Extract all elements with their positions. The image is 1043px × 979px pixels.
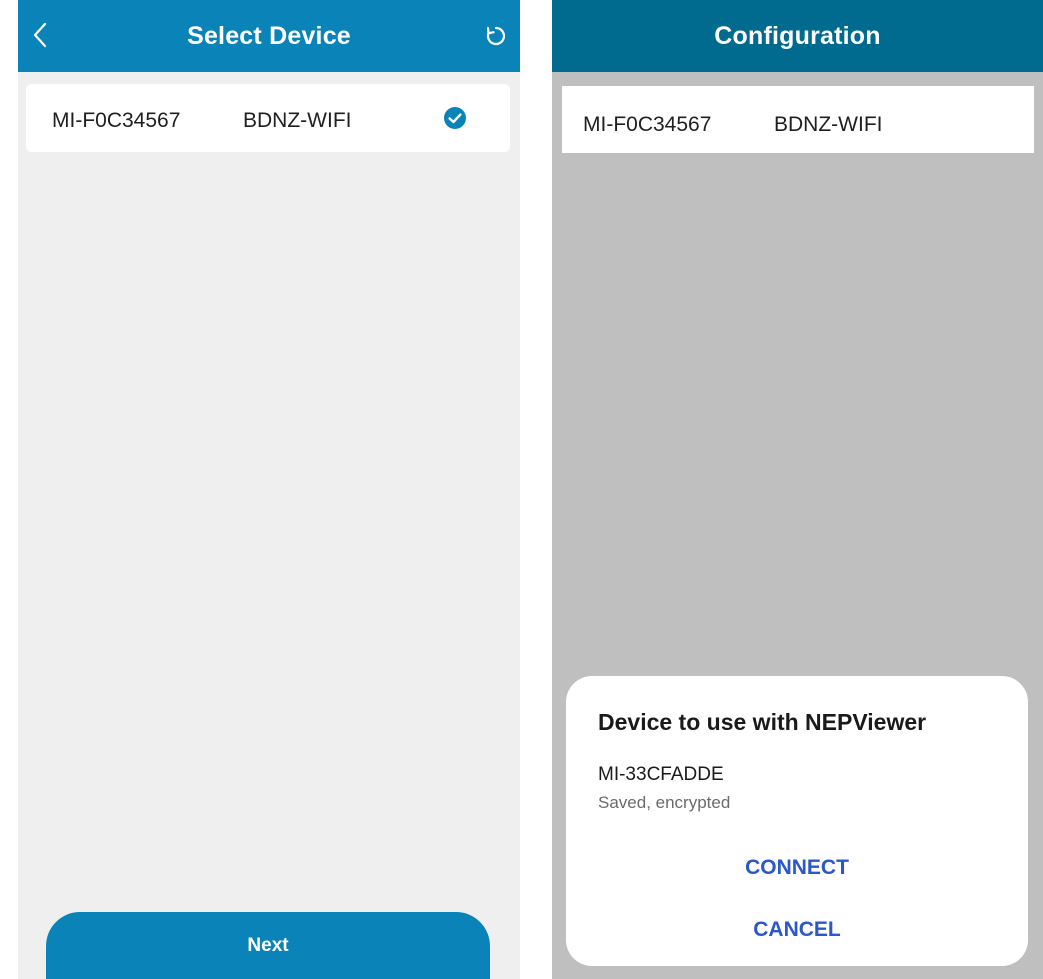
dialog-title: Device to use with NEPViewer (598, 709, 927, 735)
page-title: Select Device (187, 22, 351, 50)
page-title: Configuration (714, 22, 881, 50)
cancel-button[interactable]: CANCEL (566, 918, 1028, 942)
select-device-screen: Select Device MI-F0C34567 BDNZ-WIFI Next (18, 0, 520, 979)
configuration-screen: Configuration MI-F0C34567 BDNZ-WIFI Devi… (552, 0, 1043, 979)
device-network: BDNZ-WIFI (774, 113, 883, 136)
next-button[interactable]: Next (46, 912, 490, 979)
dialog-device-name[interactable]: MI-33CFADDE (598, 764, 724, 786)
app-header: Configuration (552, 0, 1043, 72)
check-circle-icon (444, 107, 466, 129)
device-select-dialog: Device to use with NEPViewer MI-33CFADDE… (566, 676, 1028, 966)
device-list-item[interactable]: MI-F0C34567 BDNZ-WIFI (562, 86, 1034, 153)
device-id: MI-F0C34567 (52, 109, 181, 132)
connect-button[interactable]: CONNECT (566, 856, 1028, 880)
refresh-icon[interactable] (484, 24, 508, 48)
app-header: Select Device (18, 0, 520, 72)
device-list-item[interactable]: MI-F0C34567 BDNZ-WIFI (26, 84, 510, 152)
device-id: MI-F0C34567 (583, 113, 712, 136)
dialog-device-status: Saved, encrypted (598, 793, 731, 812)
device-network: BDNZ-WIFI (243, 109, 352, 132)
